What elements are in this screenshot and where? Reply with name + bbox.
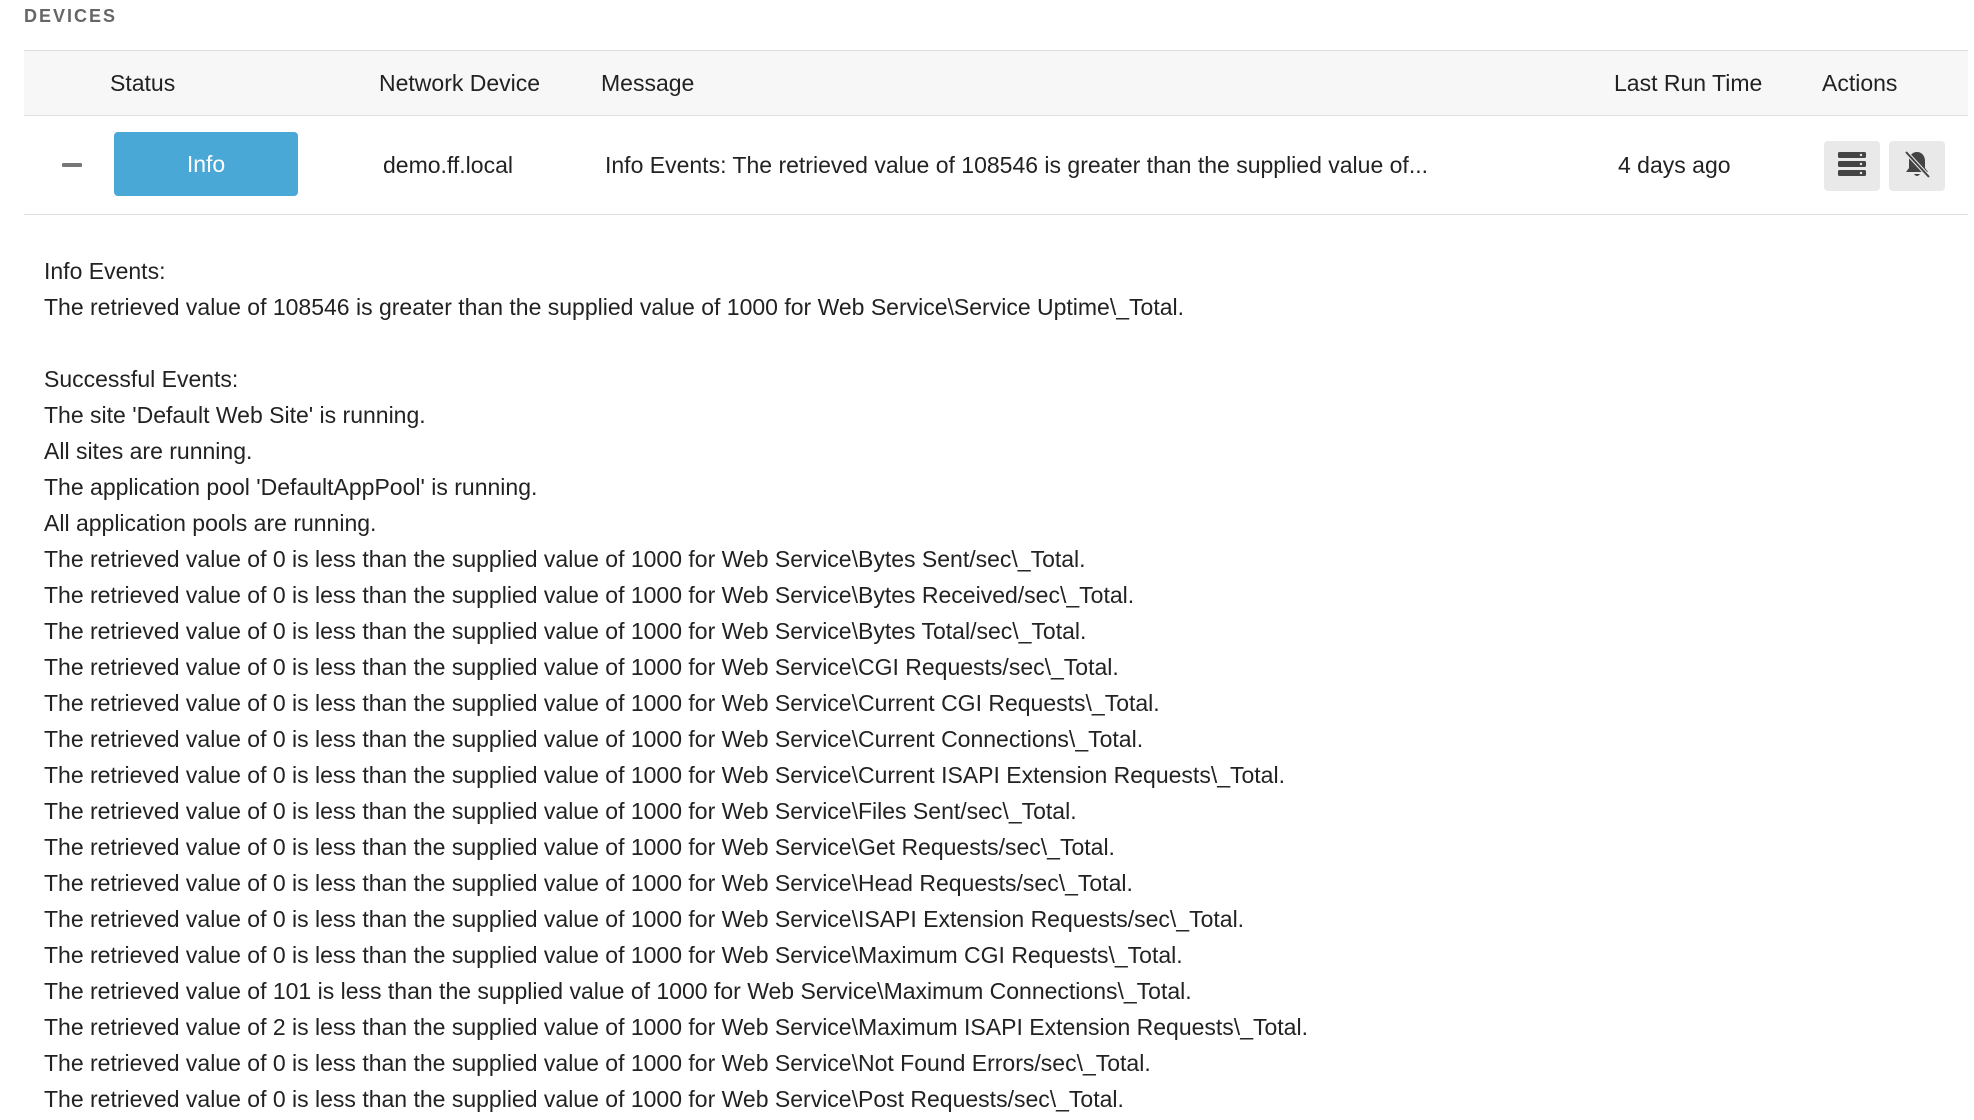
details-line: The retrieved value of 0 is less than th… [44, 870, 1133, 896]
message-cell: Info Events: The retrieved value of 1085… [605, 152, 1428, 178]
details-line: The retrieved value of 0 is less than th… [44, 546, 1086, 572]
details-line: The retrieved value of 0 is less than th… [44, 1086, 1124, 1112]
details-line: The retrieved value of 0 is less than th… [44, 834, 1115, 860]
bell-slash-icon [1901, 148, 1933, 185]
details-line: The retrieved value of 0 is less than th… [44, 654, 1119, 680]
table-header: Status Network Device Message Last Run T… [24, 50, 1968, 116]
network-device-cell: demo.ff.local [383, 152, 513, 178]
device-details-message: Info Events: The retrieved value of 10854… [44, 253, 1308, 1117]
details-line [44, 325, 1308, 361]
status-badge: Info [114, 132, 298, 196]
details-line: All sites are running. [44, 438, 253, 464]
header-status[interactable]: Status [110, 51, 175, 115]
details-line: The retrieved value of 0 is less than th… [44, 906, 1245, 932]
details-line: The retrieved value of 101 is less than … [44, 978, 1192, 1004]
details-line: All application pools are running. [44, 510, 377, 536]
details-line: The application pool 'DefaultAppPool' is… [44, 474, 538, 500]
table-row[interactable]: Info demo.ff.local Info Events: The retr… [24, 116, 1968, 215]
collapse-toggle-minus-icon[interactable] [62, 163, 82, 167]
header-network-device[interactable]: Network Device [379, 51, 540, 115]
header-message[interactable]: Message [601, 51, 694, 115]
details-line: Info Events: [44, 258, 166, 284]
details-line: The retrieved value of 0 is less than th… [44, 690, 1160, 716]
details-line: The site 'Default Web Site' is running. [44, 402, 426, 428]
details-line: The retrieved value of 108546 is greater… [44, 294, 1185, 320]
details-line: The retrieved value of 0 is less than th… [44, 762, 1285, 788]
header-last-run-time[interactable]: Last Run Time [1614, 51, 1762, 115]
details-line: The retrieved value of 0 is less than th… [44, 798, 1077, 824]
header-actions: Actions [1822, 70, 1898, 96]
details-line: Successful Events: [44, 366, 239, 392]
details-line: The retrieved value of 0 is less than th… [44, 1050, 1151, 1076]
section-title: DEVICES [24, 6, 118, 26]
mute-alerts-button[interactable] [1889, 141, 1945, 191]
server-list-button[interactable] [1824, 141, 1880, 191]
details-line: The retrieved value of 2 is less than th… [44, 1014, 1308, 1040]
details-line: The retrieved value of 0 is less than th… [44, 726, 1144, 752]
details-line: The retrieved value of 0 is less than th… [44, 618, 1087, 644]
devices-page: DEVICES Status Network Device Message La… [0, 0, 1974, 1120]
devices-table: Status Network Device Message Last Run T… [24, 50, 1968, 215]
server-list-icon [1837, 149, 1867, 184]
details-line: The retrieved value of 0 is less than th… [44, 582, 1135, 608]
last-run-time-cell: 4 days ago [1618, 152, 1731, 178]
details-line: The retrieved value of 0 is less than th… [44, 942, 1183, 968]
